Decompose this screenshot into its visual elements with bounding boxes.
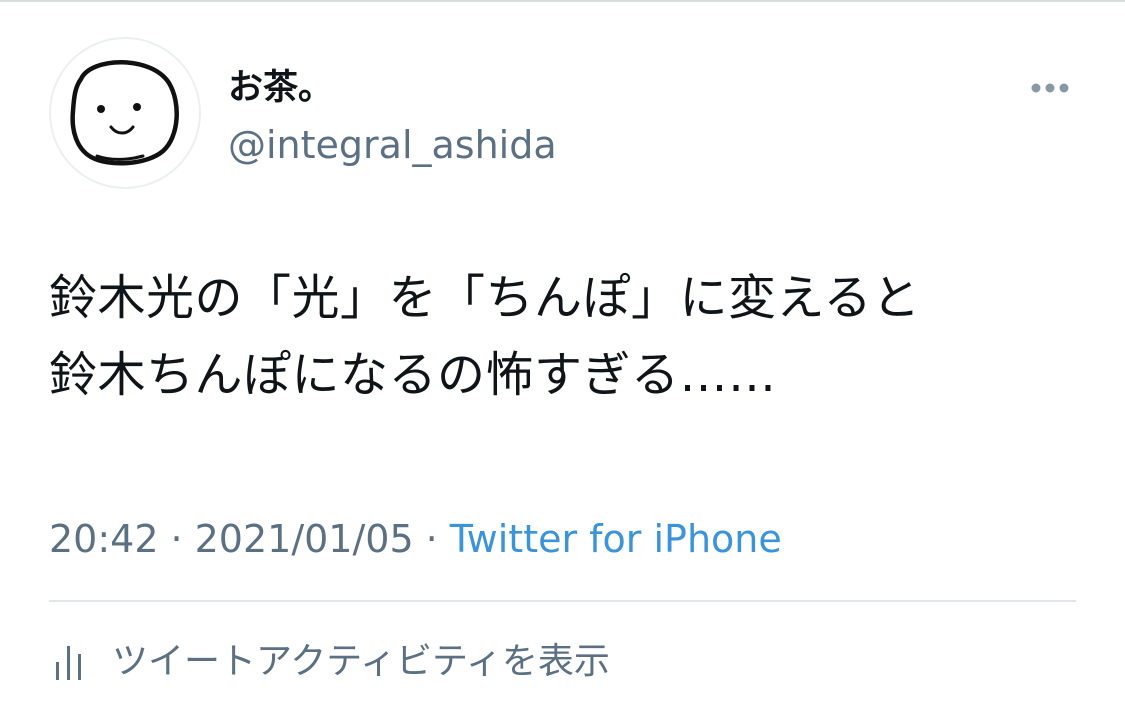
tweet-source-link[interactable]: Twitter for iPhone [450,517,782,561]
view-tweet-activity-button[interactable]: ツイートアクティビティを表示 [54,638,610,686]
tweet-time[interactable]: 20:42 [49,517,159,561]
more-options-button[interactable] [1026,70,1074,106]
top-border [0,0,1125,2]
avatar[interactable] [49,37,201,189]
tweet-text: 鈴木光の「光」を「ちんぽ」に変えると 鈴木ちんぽになるの怖すぎる…… [49,260,1089,414]
divider [49,600,1076,602]
meta-separator: · [425,517,438,561]
meta-separator: · [170,517,183,561]
bar-chart-icon [56,646,81,680]
view-tweet-activity-label: ツイートアクティビティを表示 [112,641,610,682]
hand-drawn-smiley-icon [70,60,179,166]
more-dots-icon [1031,83,1069,93]
tweet-text-line: 鈴木光の「光」を「ちんぽ」に変えると [49,270,921,326]
tweet-text-line: 鈴木ちんぽになるの怖すぎる…… [49,347,777,403]
display-name[interactable]: お茶。 [228,66,333,110]
tweet-date[interactable]: 2021/01/05 [195,517,414,561]
user-handle[interactable]: @integral_ashida [228,121,557,169]
tweet-meta: 20:42 · 2021/01/05 · Twitter for iPhone [49,515,782,563]
